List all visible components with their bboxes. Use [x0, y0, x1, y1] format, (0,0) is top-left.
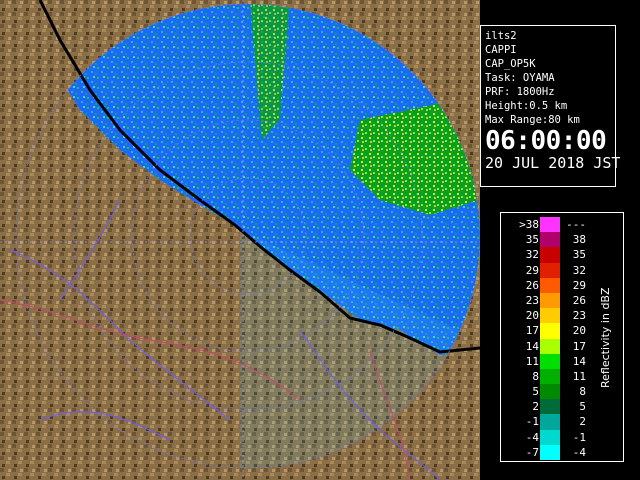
legend-color-swatch — [540, 399, 560, 415]
legend-lower-value: 35 — [525, 233, 539, 247]
legend-upper-value: 38 — [572, 233, 586, 247]
legend-lower-value: 20 — [525, 309, 539, 323]
reflectivity-legend: >38 --- 35 38 32 35 29 32 26 29 23 26 20 23 17 20 14 17 11… — [500, 212, 624, 462]
legend-row: 17 20 — [501, 323, 601, 339]
legend-row: 32 35 — [501, 247, 601, 263]
height-label: Height:0.5 km — [485, 100, 568, 112]
legend-color-swatch — [540, 444, 560, 460]
legend-lower-value: -7 — [525, 445, 539, 459]
legend-row: -7 -4 — [501, 444, 601, 460]
legend-upper-value: -4 — [572, 445, 586, 459]
legend-color-swatch — [540, 308, 560, 324]
legend-lower-value: 23 — [525, 293, 539, 307]
info-panel: ilts2 CAPPI CAP_OP5K Task: OYAMA PRF: 18… — [480, 25, 621, 187]
legend-lower-value: 17 — [525, 324, 539, 338]
radar-display: ilts2 CAPPI CAP_OP5K Task: OYAMA PRF: 18… — [0, 0, 640, 480]
legend-upper-value: 11 — [572, 369, 586, 383]
date-display: 20 JUL 2018 JST — [485, 154, 621, 172]
legend-upper-value: 8 — [579, 385, 586, 399]
legend-upper-value: --- — [566, 218, 586, 231]
legend-row: 23 26 — [501, 292, 601, 309]
legend-row: 8 11 — [501, 368, 601, 385]
product-code: CAP_OP5K — [485, 58, 536, 70]
legend-row: 35 38 — [501, 232, 601, 248]
legend-row: 29 32 — [501, 262, 601, 278]
legend-color-swatch — [540, 414, 560, 430]
legend-lower-value: 5 — [532, 385, 539, 399]
legend-lower-value: 8 — [532, 369, 539, 383]
station-name: ilts2 — [485, 30, 517, 42]
legend-upper-value: 14 — [572, 354, 586, 368]
legend-lower-value: -4 — [525, 430, 539, 444]
legend-upper-value: 35 — [572, 248, 586, 262]
legend-row: -1 2 — [501, 414, 601, 430]
legend-row: 25 — [501, 399, 601, 415]
legend-upper-value: -1 — [572, 430, 586, 444]
legend-color-swatch — [540, 368, 560, 385]
legend-row: 58 — [501, 384, 601, 400]
legend-color-swatch — [540, 262, 560, 278]
legend-color-swatch — [540, 323, 560, 339]
legend-upper-value: 26 — [572, 293, 586, 307]
legend-lower-value: -1 — [525, 415, 539, 429]
prf-label: PRF: 1800Hz — [485, 86, 555, 98]
legend-row: 26 29 — [501, 277, 601, 293]
legend-lower-value: 32 — [525, 248, 539, 262]
legend-row: -4 -1 — [501, 429, 601, 445]
legend-lower-value: 26 — [525, 278, 539, 292]
legend-color-swatch — [540, 217, 560, 233]
legend-color-swatch — [540, 232, 560, 248]
legend-upper-value: 32 — [572, 263, 586, 277]
legend-color-swatch — [540, 429, 560, 445]
legend-color-swatch — [540, 247, 560, 263]
legend-lower-value: 14 — [525, 339, 539, 353]
legend-lower-value: 11 — [525, 354, 539, 368]
time-display: 06:00:00 — [485, 126, 607, 156]
legend-upper-value: 5 — [579, 400, 586, 414]
task-label: Task: OYAMA — [485, 72, 555, 84]
legend-color-swatch — [540, 353, 560, 369]
radar-map[interactable] — [0, 0, 480, 480]
max-range-label: Max Range:80 km — [485, 114, 580, 126]
legend-lower-value: >38 — [519, 218, 539, 231]
legend-color-swatch — [540, 384, 560, 400]
legend-upper-value: 17 — [572, 339, 586, 353]
legend-lower-value: 2 — [532, 400, 539, 414]
legend-color-swatch — [540, 292, 560, 309]
legend-upper-value: 23 — [572, 309, 586, 323]
legend-row: 20 23 — [501, 308, 601, 324]
legend-upper-value: 29 — [572, 278, 586, 292]
legend-row: 14 17 — [501, 338, 601, 354]
legend-title: Reflectivity in dBZ — [599, 287, 612, 389]
legend-row: >38 --- — [501, 217, 601, 233]
product-type: CAPPI — [485, 44, 517, 56]
legend-upper-value: 20 — [572, 324, 586, 338]
legend-lower-value: 29 — [525, 263, 539, 277]
legend-row: 11 14 — [501, 353, 601, 369]
legend-color-swatch — [540, 338, 560, 354]
legend-rows: >38 --- 35 38 32 35 29 32 26 29 23 26 20 23 17 20 14 17 11… — [501, 217, 601, 460]
legend-color-swatch — [540, 277, 560, 293]
legend-upper-value: 2 — [579, 415, 586, 429]
